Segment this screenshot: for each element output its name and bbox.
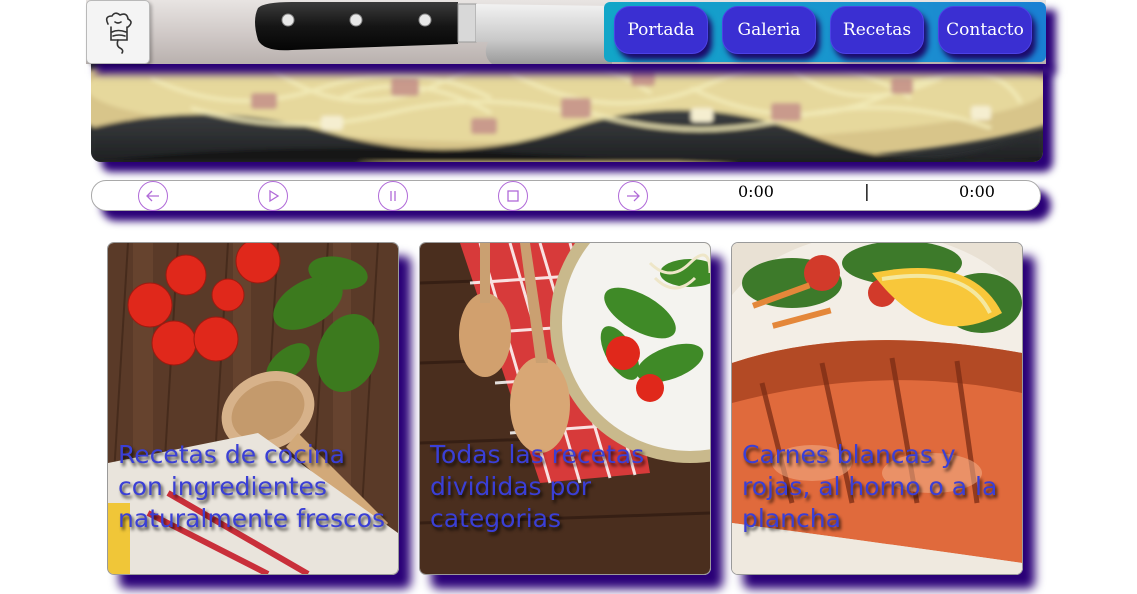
duration: 0:00 <box>959 182 995 201</box>
play-icon <box>269 189 280 203</box>
main-nav: Portada Galeria Recetas Contacto <box>604 2 1046 62</box>
card-categorias[interactable]: Todas las recetas divididas por categori… <box>419 242 711 575</box>
page: Portada Galeria Recetas Contacto 0:00 | … <box>0 0 1137 594</box>
pasta-pan-image <box>91 58 1043 162</box>
card-recetas[interactable]: Recetas de cocina con ingredientes natur… <box>107 242 399 575</box>
current-time: 0:00 <box>738 182 774 201</box>
stop-button[interactable] <box>498 181 528 211</box>
hero-banner-image <box>91 58 1043 162</box>
play-button[interactable] <box>258 181 288 211</box>
previous-button[interactable] <box>138 181 168 211</box>
arrow-left-icon <box>146 190 159 202</box>
knife-image <box>255 2 612 64</box>
nav-contacto-button[interactable]: Contacto <box>938 6 1032 54</box>
audio-player: 0:00 | 0:00 <box>91 180 1041 211</box>
card-carnes[interactable]: Carnes blancas y rojas, al horno o a la … <box>731 242 1023 575</box>
nav-recetas-button[interactable]: Recetas <box>830 6 924 54</box>
card-caption: Recetas de cocina con ingredientes natur… <box>118 440 386 533</box>
card-caption: Todas las recetas divididas por categori… <box>430 440 645 533</box>
pause-button[interactable] <box>378 181 408 211</box>
site-header: Portada Galeria Recetas Contacto <box>86 0 1046 64</box>
nav-galeria-button[interactable]: Galeria <box>722 6 816 54</box>
stop-icon <box>507 190 519 202</box>
chef-hat-icon <box>105 12 132 54</box>
nav-portada-button[interactable]: Portada <box>614 6 708 54</box>
pause-icon <box>390 191 396 201</box>
next-button[interactable] <box>618 181 648 211</box>
card-caption: Carnes blancas y rojas, al horno o a la … <box>742 440 998 533</box>
site-logo[interactable] <box>86 0 150 64</box>
time-separator: | <box>864 182 870 202</box>
arrow-right-icon <box>627 190 640 202</box>
